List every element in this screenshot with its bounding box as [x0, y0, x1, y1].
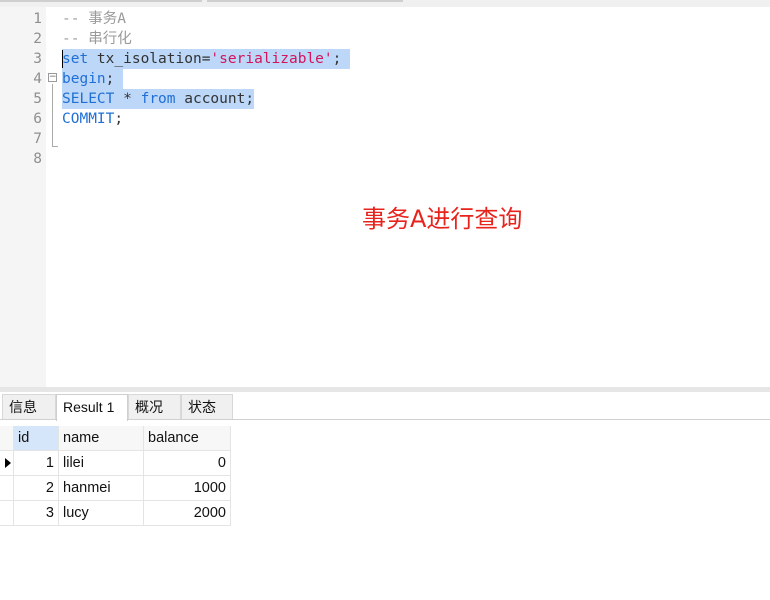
- row-header-corner: [0, 426, 14, 451]
- table-cell-name[interactable]: lilei: [59, 451, 144, 476]
- annotation-label: 事务A进行查询: [362, 205, 523, 233]
- table-cell-id[interactable]: 1: [14, 451, 59, 476]
- editor-tab[interactable]: [207, 0, 403, 2]
- fold-collapse-icon[interactable]: −: [48, 73, 57, 82]
- keyword: SELECT: [62, 91, 115, 107]
- code-line: 3 set tx_isolation='serializable';: [0, 49, 770, 69]
- fold-guide-end: [52, 146, 58, 147]
- comment-text: -- 串行化: [62, 31, 132, 47]
- line-number: 5: [33, 91, 42, 107]
- keyword: COMMIT: [62, 111, 115, 127]
- line-number: 2: [33, 31, 42, 47]
- editor-tab[interactable]: [0, 0, 202, 2]
- column-header-name[interactable]: name: [59, 426, 144, 451]
- column-header-id[interactable]: id: [14, 426, 59, 451]
- table-cell-name[interactable]: lucy: [59, 501, 144, 526]
- column-header-balance[interactable]: balance: [144, 426, 231, 451]
- sql-editor[interactable]: 1 -- 事务A 2 -- 串行化 3 set tx_isolation='se…: [0, 7, 770, 387]
- code-text: set tx_isolation='serializable';: [62, 49, 351, 69]
- code-line: 1 -- 事务A: [0, 9, 770, 29]
- table-cell-id[interactable]: 2: [14, 476, 59, 501]
- code-fragment: tx_isolation=: [88, 51, 211, 67]
- code-fragment: ;: [114, 111, 124, 127]
- table-cell-id[interactable]: 3: [14, 501, 59, 526]
- line-number: 3: [33, 51, 42, 67]
- current-row-arrow-icon: [5, 458, 11, 468]
- table-cell-balance[interactable]: 1000: [144, 476, 231, 501]
- row-indicator[interactable]: [0, 501, 14, 526]
- comment-text: -- 事务A: [62, 11, 126, 27]
- table-cell-balance[interactable]: 2000: [144, 501, 231, 526]
- tab-profile[interactable]: 概况: [128, 394, 181, 419]
- code-fragment: ;: [332, 51, 342, 67]
- line-number: 7: [33, 131, 42, 147]
- result-tab-bar: 信息 Result 1 概况 状态: [0, 392, 770, 421]
- line-number: 1: [33, 11, 42, 27]
- keyword: begin: [62, 71, 106, 87]
- code-text: SELECT * from account;: [62, 89, 255, 109]
- code-line: 4 − begin;: [0, 69, 770, 89]
- line-number: 4: [33, 71, 42, 87]
- code-line: 7: [0, 129, 770, 149]
- tab-status[interactable]: 状态: [181, 394, 233, 419]
- row-indicator[interactable]: [0, 451, 14, 476]
- code-text: COMMIT;: [62, 109, 123, 129]
- keyword: from: [140, 91, 176, 107]
- code-line: 8: [0, 149, 770, 169]
- code-text: begin;: [62, 69, 124, 89]
- top-tab-strip: [0, 0, 770, 7]
- string-literal: 'serializable': [210, 51, 333, 67]
- tab-info[interactable]: 信息: [2, 394, 56, 419]
- line-number: 8: [33, 151, 42, 167]
- code-fragment: *: [114, 91, 141, 107]
- code-fragment: ;: [105, 71, 115, 87]
- table-cell-name[interactable]: hanmei: [59, 476, 144, 501]
- fold-guide-line: [52, 84, 53, 146]
- text-caret: [62, 50, 63, 68]
- keyword: set: [62, 51, 89, 67]
- row-indicator[interactable]: [0, 476, 14, 501]
- code-fragment: account;: [175, 91, 255, 107]
- code-line: 5 SELECT * from account;: [0, 89, 770, 109]
- code-line: 2 -- 串行化: [0, 29, 770, 49]
- code-line: 6 COMMIT;: [0, 109, 770, 129]
- table-cell-balance[interactable]: 0: [144, 451, 231, 476]
- line-number: 6: [33, 111, 42, 127]
- tab-result-1[interactable]: Result 1: [56, 394, 128, 421]
